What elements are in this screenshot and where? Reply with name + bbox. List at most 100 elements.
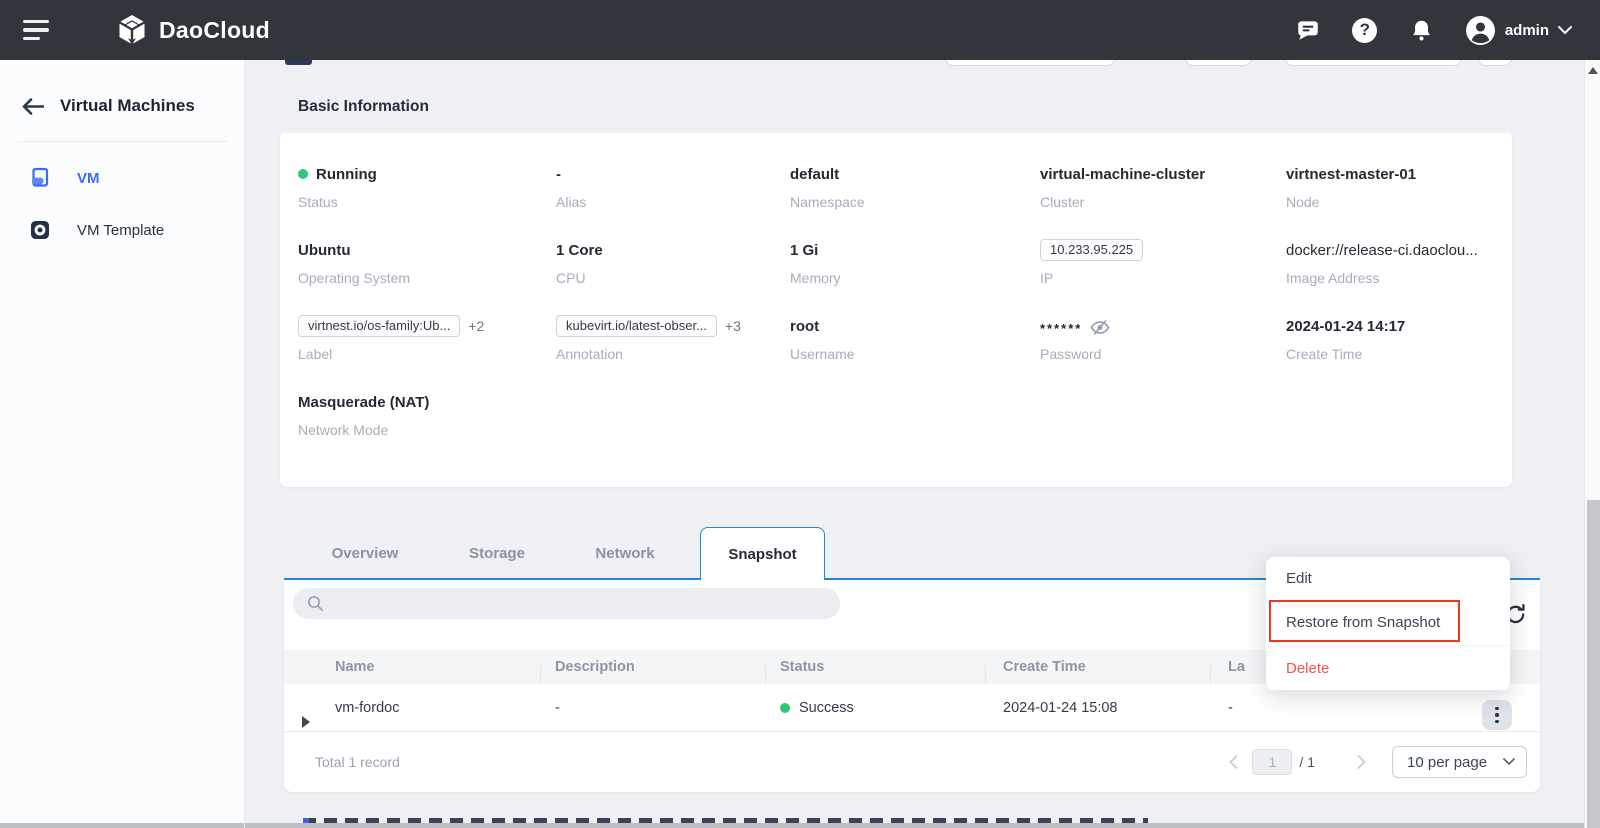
snapshot-name: vm-fordoc <box>335 700 399 716</box>
app-header: DaoCloud admin <box>0 0 1600 60</box>
annotation-tag: kubevirt.io/latest-obser... <box>556 315 717 337</box>
messages-icon[interactable] <box>1294 16 1322 44</box>
current-page-input[interactable]: 1 <box>1252 749 1292 775</box>
back-arrow-icon[interactable] <box>21 97 44 116</box>
field-value: Masquerade (NAT) <box>298 391 556 413</box>
notifications-icon[interactable] <box>1408 16 1436 44</box>
tab-storage[interactable]: Storage <box>442 527 552 580</box>
field-label: Annotation <box>556 346 790 362</box>
field-value: 1 Core <box>556 239 790 261</box>
field-status: Running Status <box>298 163 556 210</box>
clipped-toolbar-button[interactable] <box>945 60 1115 66</box>
field-label: Operating System <box>298 270 556 286</box>
scroll-thumb[interactable] <box>1587 500 1600 828</box>
search-bar[interactable] <box>293 588 840 619</box>
search-input[interactable] <box>332 596 812 612</box>
field-alias: - Alias <box>556 163 790 210</box>
sidebar-nav: VM VM Template <box>0 152 244 256</box>
field-value: virtual-machine-cluster <box>1040 163 1286 185</box>
menu-item-delete[interactable]: Delete <box>1266 645 1510 690</box>
chevron-down-icon <box>1503 758 1515 766</box>
menu-toggle-icon[interactable] <box>23 20 49 40</box>
app-root: DaoCloud admin Virtual Machi <box>0 0 1600 828</box>
field-label: Password <box>1040 346 1286 362</box>
page-title: Basic Information <box>298 98 429 116</box>
sidebar-header: Virtual Machines <box>0 60 244 116</box>
sidebar-item-label: VM <box>77 170 100 187</box>
username: admin <box>1505 22 1549 39</box>
table-row: vm-fordoc - Success 2024-01-24 15:08 - <box>284 684 1540 731</box>
daocloud-logo[interactable]: DaoCloud <box>115 13 270 47</box>
label-tag-more[interactable]: +2 <box>468 318 484 334</box>
field-label-tags: virtnest.io/os-family:Ub... +2 Label <box>298 315 556 362</box>
tab-snapshot[interactable]: Snapshot <box>700 527 825 580</box>
field-value: 2024-01-24 14:17 <box>1286 315 1512 337</box>
row-context-menu: Edit Restore from Snapshot Delete <box>1266 557 1510 690</box>
field-label: Status <box>298 194 556 210</box>
row-actions-button[interactable] <box>1482 700 1512 730</box>
column-description[interactable]: Description <box>540 659 765 675</box>
field-value: docker://release-ci.daoclou... <box>1286 239 1512 261</box>
topbar-actions: admin <box>1294 15 1572 46</box>
expand-caret-icon[interactable] <box>302 716 310 728</box>
table-footer: Total 1 record 1 / 1 10 per page <box>284 731 1540 792</box>
menu-item-restore-from-snapshot[interactable]: Restore from Snapshot <box>1266 600 1510 645</box>
page-total: / 1 <box>1299 754 1315 770</box>
vm-icon <box>29 167 51 189</box>
clipped-toolbar-button[interactable] <box>1185 60 1252 66</box>
scroll-up-arrow[interactable] <box>1588 67 1598 74</box>
search-icon <box>307 595 324 612</box>
field-label: CPU <box>556 270 790 286</box>
label-tag: virtnest.io/os-family:Ub... <box>298 315 460 337</box>
column-status[interactable]: Status <box>765 659 985 675</box>
field-label: IP <box>1040 270 1286 286</box>
column-create-time[interactable]: Create Time <box>985 659 1210 675</box>
sidebar-item-vm-template[interactable]: VM Template <box>0 204 244 256</box>
field-username: root Username <box>790 315 1040 362</box>
ip-tag: 10.233.95.225 <box>1040 239 1143 261</box>
previous-page-button[interactable] <box>1229 755 1238 769</box>
field-value: Running <box>316 166 377 183</box>
user-menu[interactable]: admin <box>1465 15 1572 46</box>
field-label: Node <box>1286 194 1512 210</box>
field-create-time: 2024-01-24 14:17 Create Time <box>1286 315 1512 362</box>
field-memory: 1 Gi Memory <box>790 239 1040 286</box>
status-dot <box>780 703 790 713</box>
field-node: virtnest-master-01 Node <box>1286 163 1512 210</box>
pagination: 1 / 1 10 per page <box>1229 746 1527 778</box>
scrollbar[interactable] <box>1584 60 1600 828</box>
field-value: 1 Gi <box>790 239 1040 261</box>
clipped-toolbar-button[interactable] <box>1478 60 1512 66</box>
field-cpu: 1 Core CPU <box>556 239 790 286</box>
tab-overview[interactable]: Overview <box>310 527 420 580</box>
page-size-select[interactable]: 10 per page <box>1392 746 1527 778</box>
field-ip: 10.233.95.225 IP <box>1040 239 1286 286</box>
field-value: - <box>556 163 790 185</box>
menu-item-edit[interactable]: Edit <box>1266 557 1510 600</box>
field-value: root <box>790 315 1040 337</box>
clipped-toolbar-button[interactable] <box>1285 60 1462 66</box>
annotation-tag-more[interactable]: +3 <box>725 318 741 334</box>
column-name[interactable]: Name <box>284 659 540 675</box>
field-value: Ubuntu <box>298 239 556 261</box>
basic-info-card: Running Status - Alias default Namespace… <box>280 133 1512 487</box>
field-annotation: kubevirt.io/latest-obser... +3 Annotation <box>556 315 790 362</box>
next-page-button[interactable] <box>1357 755 1366 769</box>
clipped-bottom-strip <box>0 823 244 828</box>
field-cluster: virtual-machine-cluster Cluster <box>1040 163 1286 210</box>
sidebar-item-vm[interactable]: VM <box>0 152 244 204</box>
field-password: ****** Password <box>1040 315 1286 362</box>
eye-off-icon[interactable] <box>1090 319 1110 336</box>
brand-name: DaoCloud <box>159 17 270 44</box>
clipped-page-icon <box>285 60 312 65</box>
field-label: Image Address <box>1286 270 1512 286</box>
page-size-value: 10 per page <box>1407 754 1487 771</box>
field-namespace: default Namespace <box>790 163 1040 210</box>
help-icon[interactable] <box>1351 16 1379 44</box>
field-label: Cluster <box>1040 194 1286 210</box>
field-label: Label <box>298 346 556 362</box>
snapshot-status: Success <box>799 700 854 716</box>
field-label: Namespace <box>790 194 1040 210</box>
sidebar-item-label: VM Template <box>77 222 164 239</box>
tab-network[interactable]: Network <box>570 527 680 580</box>
